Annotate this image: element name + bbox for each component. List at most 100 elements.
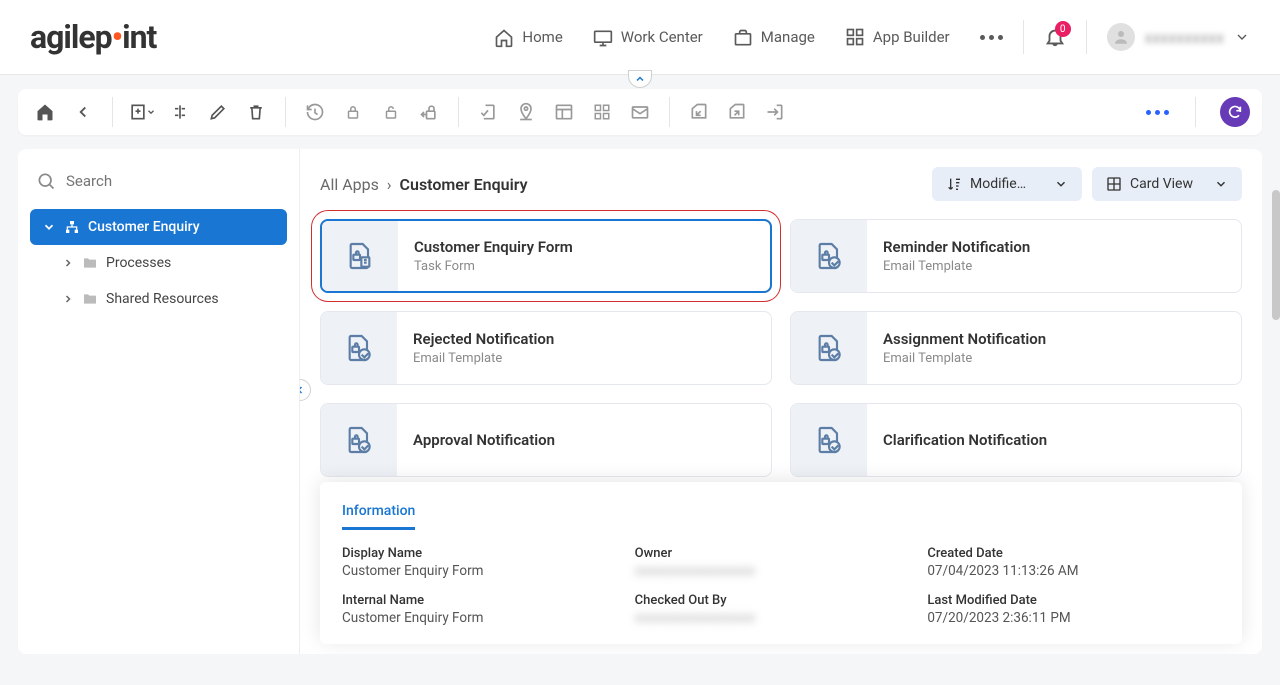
nav-appbuilder-label: App Builder <box>873 28 950 46</box>
sort-icon <box>946 176 962 192</box>
breadcrumb: All Apps › Customer Enquiry <box>320 175 528 194</box>
tool-export-button[interactable] <box>722 97 752 127</box>
tree-item-processes[interactable]: Processes <box>30 245 287 281</box>
search-input[interactable] <box>66 172 281 190</box>
view-dropdown[interactable]: Card View <box>1092 167 1242 201</box>
separator <box>1195 97 1196 127</box>
notifications-button[interactable]: 0 <box>1044 26 1066 48</box>
separator <box>285 97 286 127</box>
user-menu[interactable]: xxxxxxxxxx <box>1107 23 1250 51</box>
tool-delete-button[interactable] <box>241 97 271 127</box>
chevron-down-icon <box>1054 177 1068 191</box>
tool-home-button[interactable] <box>30 97 60 127</box>
email-template-icon <box>791 404 867 476</box>
card-title: Assignment Notification <box>883 330 1046 348</box>
chevron-left-icon <box>300 384 306 396</box>
tool-layout-button[interactable] <box>549 97 579 127</box>
tool-refresh-button[interactable] <box>1220 97 1250 127</box>
tree-item-customer-enquiry[interactable]: Customer Enquiry <box>30 209 287 245</box>
home-icon <box>494 27 514 47</box>
tool-approve-button[interactable] <box>473 97 503 127</box>
collapse-sidebar-button[interactable] <box>300 379 311 401</box>
card-title: Reminder Notification <box>883 238 1030 256</box>
card-item[interactable]: Assignment Notification Email Template <box>790 311 1242 385</box>
crumb-current: Customer Enquiry <box>400 175 528 194</box>
sort-label: Modifie… <box>970 176 1026 192</box>
chevron-down-icon <box>1214 177 1228 191</box>
info-owner: Owner xxxxxxxxxxxxxxxxxx <box>635 546 928 579</box>
username: xxxxxxxxxx <box>1145 28 1224 47</box>
card-item[interactable]: Customer Enquiry Form Task Form <box>320 219 772 293</box>
tree-item-shared-resources[interactable]: Shared Resources <box>30 281 287 317</box>
card-title: Approval Notification <box>413 431 555 449</box>
monitor-icon <box>593 27 613 47</box>
info-checked-out-by: Checked Out By xxxxxxxxxxxxxxxxxx <box>635 593 928 626</box>
nav-more[interactable] <box>980 35 1003 40</box>
toolbar-more[interactable] <box>1134 110 1181 115</box>
separator <box>1023 20 1024 54</box>
separator <box>112 97 113 127</box>
card-view-icon <box>1106 176 1122 192</box>
sitemap-icon <box>64 219 80 235</box>
tool-edit-button[interactable] <box>203 97 233 127</box>
card-title: Rejected Notification <box>413 330 554 348</box>
view-label: Card View <box>1130 176 1193 192</box>
search-row[interactable] <box>30 165 287 209</box>
chevron-down-icon <box>1234 29 1250 45</box>
nav-workcenter[interactable]: Work Center <box>593 27 703 47</box>
tool-history-button[interactable] <box>300 97 330 127</box>
info-panel: Information Display Name Customer Enquir… <box>320 482 1242 644</box>
card-item[interactable]: Approval Notification <box>320 403 772 477</box>
email-template-icon <box>791 220 867 292</box>
card-item[interactable]: Rejected Notification Email Template <box>320 311 772 385</box>
nav-manage[interactable]: Manage <box>733 27 815 47</box>
tool-email-button[interactable] <box>625 97 655 127</box>
scrollbar[interactable] <box>1272 190 1280 320</box>
logo: agilep•int <box>30 18 156 56</box>
form-icon <box>322 221 398 291</box>
crumb-root[interactable]: All Apps <box>320 175 379 194</box>
toolbar <box>18 89 1262 135</box>
sidebar: Customer Enquiry Processes Shared Resour… <box>18 149 300 654</box>
nav-home[interactable]: Home <box>494 27 562 47</box>
search-icon <box>36 171 56 191</box>
folder-icon <box>82 255 98 271</box>
info-last-modified: Last Modified Date 07/20/2023 2:36:11 PM <box>927 593 1220 626</box>
tree-root-label: Customer Enquiry <box>88 219 200 235</box>
tool-align-button[interactable] <box>165 97 195 127</box>
email-template-icon <box>321 312 397 384</box>
sort-dropdown[interactable]: Modifie… <box>932 167 1082 201</box>
folder-icon <box>82 291 98 307</box>
chevron-right-icon <box>62 293 74 305</box>
collapse-topnav-button[interactable] <box>628 70 652 88</box>
info-tab-information[interactable]: Information <box>342 503 415 530</box>
tool-release-button[interactable] <box>414 97 444 127</box>
tree-shared-label: Shared Resources <box>106 291 219 307</box>
card-subtitle: Email Template <box>883 351 1046 366</box>
content-area: All Apps › Customer Enquiry Modifie… Car… <box>300 149 1262 654</box>
card-subtitle: Email Template <box>413 351 554 366</box>
tool-unlock-button[interactable] <box>376 97 406 127</box>
nav-manage-label: Manage <box>761 28 815 46</box>
tool-lock-button[interactable] <box>338 97 368 127</box>
nav-appbuilder[interactable]: App Builder <box>845 27 950 47</box>
card-item[interactable]: Clarification Notification <box>790 403 1242 477</box>
separator <box>458 97 459 127</box>
card-title: Customer Enquiry Form <box>414 238 573 256</box>
avatar <box>1107 23 1135 51</box>
top-nav: agilep•int Home Work Center Manage App B… <box>0 0 1280 75</box>
info-display-name: Display Name Customer Enquiry Form <box>342 546 635 579</box>
tool-location-button[interactable] <box>511 97 541 127</box>
tool-import-button[interactable] <box>684 97 714 127</box>
tool-exit-button[interactable] <box>760 97 790 127</box>
card-subtitle: Task Form <box>414 259 573 274</box>
tool-grid-button[interactable] <box>587 97 617 127</box>
card-item[interactable]: Reminder NotificationEmail Template <box>790 219 1242 293</box>
card-title: Clarification Notification <box>883 431 1047 449</box>
tool-checkout-button[interactable] <box>127 97 157 127</box>
chevron-down-icon <box>42 220 56 234</box>
tool-back-button[interactable] <box>68 97 98 127</box>
info-internal-name: Internal Name Customer Enquiry Form <box>342 593 635 626</box>
grid-icon <box>845 27 865 47</box>
chevron-up-icon <box>634 73 646 85</box>
